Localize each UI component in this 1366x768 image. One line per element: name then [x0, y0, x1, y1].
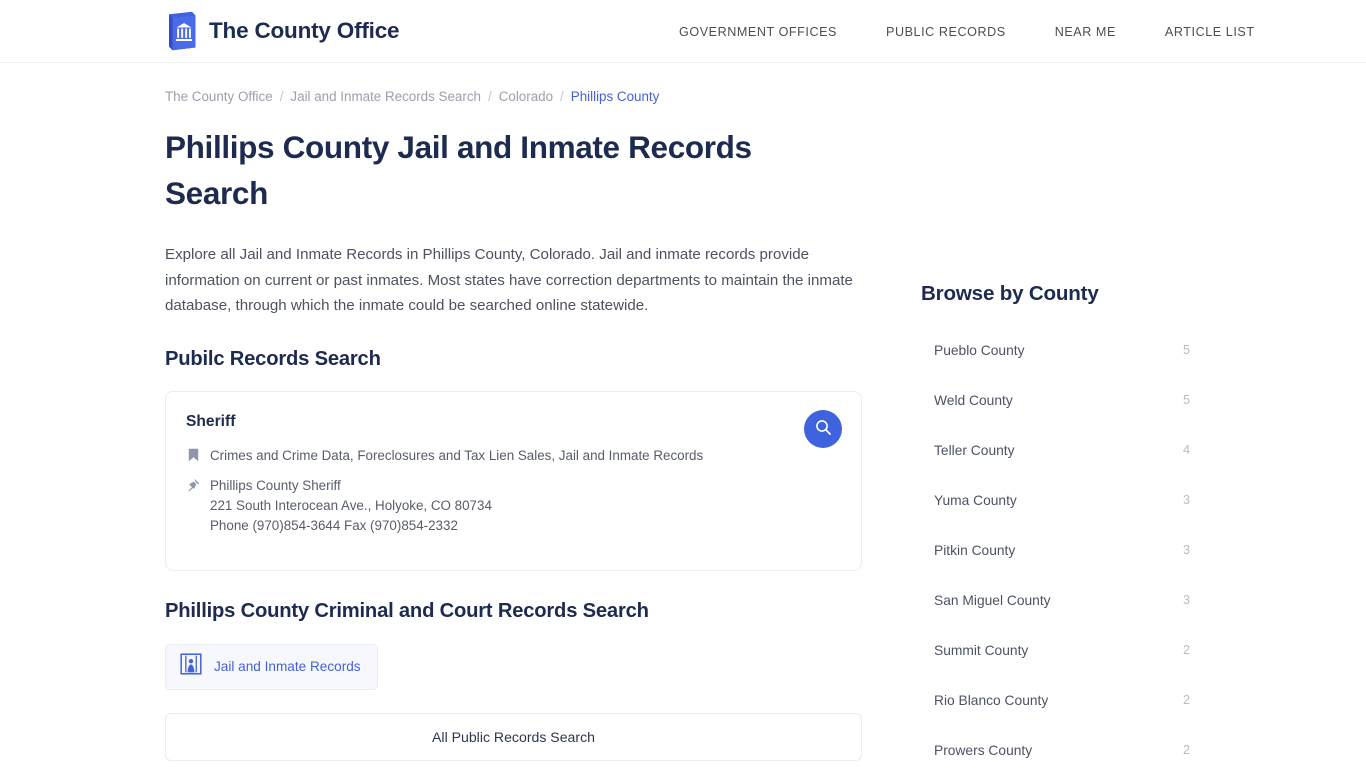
record-type-chip-row: Jail and Inmate Records: [165, 643, 863, 690]
sidebar-item-rio-blanco-county[interactable]: Rio Blanco County 2: [921, 675, 1201, 725]
breadcrumb-item-jail-records[interactable]: Jail and Inmate Records Search: [290, 89, 481, 104]
brand-logo-link[interactable]: The County Office: [165, 11, 400, 51]
breadcrumb: The County Office / Jail and Inmate Reco…: [165, 89, 863, 104]
breadcrumb-separator: /: [560, 89, 564, 104]
county-count: 5: [1182, 343, 1190, 357]
county-name: Weld County: [934, 392, 1013, 408]
county-count: 4: [1182, 443, 1190, 457]
breadcrumb-item-home[interactable]: The County Office: [165, 89, 273, 104]
county-count: 2: [1182, 693, 1190, 707]
page-intro-text: Explore all Jail and Inmate Records in P…: [165, 246, 853, 315]
county-name: San Miguel County: [934, 592, 1051, 608]
sidebar-item-pueblo-county[interactable]: Pueblo County 5: [921, 325, 1201, 375]
sheriff-record-card: Sheriff Crimes and Crime Data, Foreclosu…: [165, 390, 862, 571]
county-count: 3: [1182, 543, 1190, 557]
pushpin-icon: [186, 476, 200, 491]
sidebar-item-teller-county[interactable]: Teller County 4: [921, 425, 1201, 475]
search-icon: [815, 419, 832, 439]
sidebar-item-weld-county[interactable]: Weld County 5: [921, 375, 1201, 425]
record-categories-row: Crimes and Crime Data, Foreclosures and …: [186, 446, 837, 466]
main-navigation: GOVERNMENT OFFICES PUBLIC RECORDS NEAR M…: [679, 0, 1255, 63]
sidebar-item-summit-county[interactable]: Summit County 2: [921, 625, 1201, 675]
county-count: 2: [1182, 643, 1190, 657]
breadcrumb-separator: /: [279, 89, 284, 104]
chip-label: Jail and Inmate Records: [214, 659, 361, 675]
county-count: 3: [1182, 493, 1190, 507]
brand-name: The County Office: [209, 18, 400, 43]
county-name: Prowers County: [934, 742, 1033, 758]
county-count: 3: [1182, 593, 1190, 607]
breadcrumb-separator: /: [487, 89, 492, 104]
county-name: Rio Blanco County: [934, 692, 1049, 708]
sidebar-title: Browse by County: [921, 282, 1099, 305]
jail-bars-icon: [180, 653, 202, 680]
county-name: Summit County: [934, 642, 1029, 658]
book-courthouse-logo-icon: [165, 11, 198, 51]
sidebar-item-yuma-county[interactable]: Yuma County 3: [921, 475, 1201, 525]
county-name: Pitkin County: [934, 542, 1016, 558]
record-address-text: Phillips County Sheriff 221 South Intero…: [210, 476, 492, 536]
nav-near-me[interactable]: NEAR ME: [1055, 25, 1116, 39]
nav-government-offices[interactable]: GOVERNMENT OFFICES: [679, 25, 837, 39]
county-count: 5: [1182, 393, 1190, 407]
breadcrumb-item-current: Phillips County: [570, 89, 660, 104]
all-public-records-search-button[interactable]: All Public Records Search: [165, 712, 862, 761]
sidebar-item-prowers-county[interactable]: Prowers County 2: [921, 725, 1201, 768]
record-card-title: Sheriff: [186, 412, 236, 430]
criminal-records-section-title: Phillips County Criminal and Court Recor…: [165, 599, 649, 622]
chip-jail-and-inmate-records[interactable]: Jail and Inmate Records: [165, 643, 378, 690]
office-name: Phillips County Sheriff: [210, 477, 341, 493]
nav-public-records[interactable]: PUBLIC RECORDS: [886, 25, 1006, 39]
record-search-button[interactable]: [804, 409, 842, 448]
office-phone: Phone (970)854-3644 Fax (970)854-2332: [210, 517, 458, 533]
page-title: Phillips County Jail and Inmate Records …: [165, 129, 752, 211]
sidebar-item-pitkin-county[interactable]: Pitkin County 3: [921, 525, 1201, 575]
public-records-section-title: Pubilc Records Search: [165, 347, 381, 370]
county-name: Pueblo County: [934, 342, 1025, 358]
county-name: Teller County: [934, 442, 1015, 458]
main-content: The County Office / Jail and Inmate Reco…: [165, 63, 863, 768]
office-address: 221 South Interocean Ave., Holyoke, CO 8…: [210, 497, 492, 513]
county-name: Yuma County: [934, 492, 1017, 508]
county-count: 2: [1182, 743, 1190, 757]
nav-article-list[interactable]: ARTICLE LIST: [1165, 25, 1255, 39]
page-body: The County Office / Jail and Inmate Reco…: [0, 63, 1366, 768]
record-categories-text: Crimes and Crime Data, Foreclosures and …: [210, 447, 704, 463]
record-address-row: Phillips County Sheriff 221 South Intero…: [186, 476, 837, 536]
sidebar-item-san-miguel-county[interactable]: San Miguel County 3: [921, 575, 1201, 625]
browse-by-county-sidebar: Browse by County Pueblo County 5 Weld Co…: [921, 63, 1201, 768]
breadcrumb-item-colorado[interactable]: Colorado: [499, 89, 553, 104]
bookmark-icon: [186, 446, 200, 462]
site-header: The County Office GOVERNMENT OFFICES PUB…: [0, 0, 1366, 63]
